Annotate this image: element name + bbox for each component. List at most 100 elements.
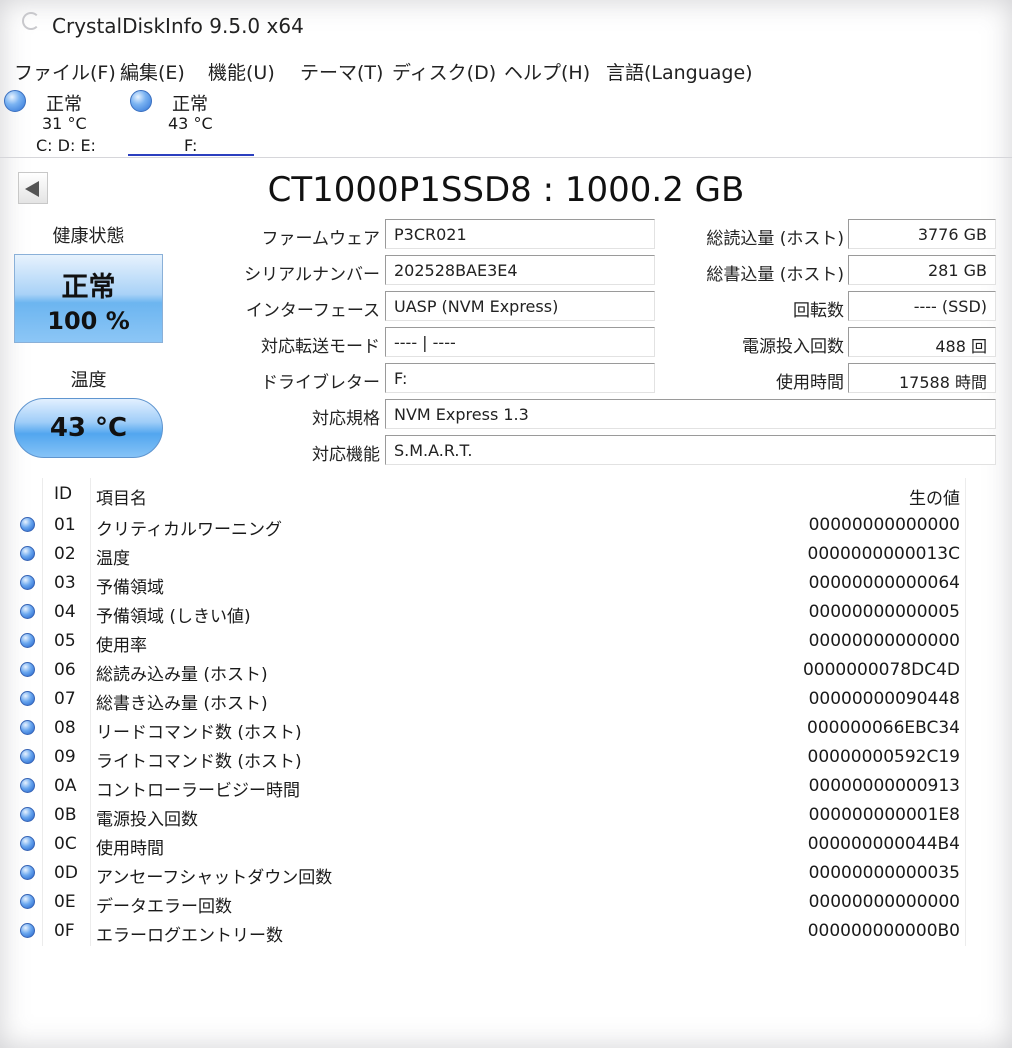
attribute-name: 総書き込み量 (ホスト) (96, 694, 268, 714)
rotation-value: ---- (SSD) (848, 291, 996, 321)
menu-help[interactable]: ヘルプ(H) (504, 58, 590, 85)
attribute-name: 温度 (96, 549, 130, 569)
attribute-raw-value: 00000000000000 (808, 892, 960, 912)
drive-letter-value: F: (385, 363, 655, 393)
status-good-icon (20, 517, 35, 532)
attribute-id: 07 (54, 689, 76, 709)
title-bar: CrystalDiskInfo 9.5.0 x64 (0, 0, 1012, 52)
table-row[interactable]: 02 温度 0000000000013C (14, 540, 966, 569)
attribute-name: アンセーフシャットダウン回数 (96, 868, 333, 888)
attribute-name: 予備領域 (しきい値) (96, 607, 251, 627)
standard-label: 対応規格 (312, 409, 380, 429)
power-on-count-value: 488 回 (848, 327, 996, 357)
rotation-label: 回転数 (793, 301, 844, 321)
table-row[interactable]: 01 クリティカルワーニング 00000000000000 (14, 511, 966, 540)
status-good-icon (20, 691, 35, 706)
attribute-id: 01 (54, 515, 76, 535)
table-row[interactable]: 0C 使用時間 000000000044B4 (14, 830, 966, 859)
drive-letters: F: (184, 136, 198, 155)
selected-tab-indicator (128, 154, 254, 156)
drive-temperature: 43 °C (168, 114, 213, 133)
column-header-name[interactable]: 項目名 (96, 484, 147, 509)
status-good-icon (4, 90, 26, 112)
status-good-icon (20, 575, 35, 590)
attribute-id: 0D (54, 863, 78, 883)
menu-language[interactable]: 言語(Language) (606, 58, 753, 85)
drive-tab-1[interactable]: 正常 31 °C C: D: E: (2, 86, 128, 156)
serial-label: シリアルナンバー (244, 265, 380, 285)
menu-file[interactable]: ファイル(F) (14, 58, 116, 85)
attribute-id: 08 (54, 718, 76, 738)
table-row[interactable]: 0B 電源投入回数 000000000001E8 (14, 801, 966, 830)
disk-model-title: CT1000P1SSD8 : 1000.2 GB (267, 170, 745, 210)
features-value: S.M.A.R.T. (385, 435, 996, 465)
attribute-raw-value: 00000000000005 (808, 602, 960, 622)
attribute-id: 05 (54, 631, 76, 651)
attribute-id: 0B (54, 805, 77, 825)
table-row[interactable]: 08 リードコマンド数 (ホスト) 000000066EBC34 (14, 714, 966, 743)
health-status-button[interactable]: 正常 100 % (14, 254, 163, 343)
window-title: CrystalDiskInfo 9.5.0 x64 (52, 14, 304, 38)
temperature-value: 43 °C (49, 413, 128, 443)
table-row[interactable]: 0F エラーログエントリー数 000000000000B0 (14, 917, 966, 946)
attribute-name: 電源投入回数 (96, 810, 198, 830)
attribute-raw-value: 00000000000913 (808, 776, 960, 796)
smart-attributes-table[interactable]: ID 項目名 生の値 01 クリティカルワーニング 00000000000000 0… (14, 478, 966, 946)
attribute-raw-value: 00000000000035 (808, 863, 960, 883)
attribute-name: 使用率 (96, 636, 147, 656)
status-good-icon (20, 865, 35, 880)
table-row[interactable]: 04 予備領域 (しきい値) 00000000000005 (14, 598, 966, 627)
host-writes-label: 総書込量 (ホスト) (706, 265, 844, 285)
attribute-raw-value: 0000000000013C (807, 544, 960, 564)
attribute-raw-value: 00000000090448 (808, 689, 960, 709)
status-good-icon (20, 749, 35, 764)
table-row[interactable]: 0D アンセーフシャットダウン回数 00000000000035 (14, 859, 966, 888)
menu-edit[interactable]: 編集(E) (120, 58, 185, 85)
temperature-label: 温度 (70, 370, 107, 391)
attribute-raw-value: 00000000592C19 (807, 747, 960, 767)
table-row[interactable]: 09 ライトコマンド数 (ホスト) 00000000592C19 (14, 743, 966, 772)
attribute-raw-value: 000000066EBC34 (807, 718, 960, 738)
power-on-hours-value: 17588 時間 (848, 363, 996, 393)
power-on-hours-label: 使用時間 (776, 373, 844, 393)
attribute-name: クリティカルワーニング (96, 520, 282, 540)
attribute-name: リードコマンド数 (ホスト) (96, 723, 302, 743)
status-good-icon (20, 633, 35, 648)
attribute-name: コントローラービジー時間 (96, 781, 300, 801)
attribute-raw-value: 000000000000B0 (807, 921, 960, 941)
menu-bar: ファイル(F) 編集(E) 機能(U) テーマ(T) ディスク(D) ヘルプ(H… (0, 56, 1012, 86)
menu-function[interactable]: 機能(U) (208, 58, 275, 85)
app-icon (22, 12, 40, 30)
table-row[interactable]: 06 総読み込み量 (ホスト) 0000000078DC4D (14, 656, 966, 685)
table-row[interactable]: 0E データエラー回数 00000000000000 (14, 888, 966, 917)
attribute-id: 0C (54, 834, 77, 854)
standard-value: NVM Express 1.3 (385, 399, 996, 429)
attribute-raw-value: 00000000000000 (808, 631, 960, 651)
attribute-id: 06 (54, 660, 76, 680)
table-row[interactable]: 0A コントローラービジー時間 00000000000913 (14, 772, 966, 801)
status-good-icon (130, 90, 152, 112)
table-row[interactable]: 05 使用率 00000000000000 (14, 627, 966, 656)
firmware-label: ファームウェア (261, 229, 381, 249)
drive-letters: C: D: E: (36, 136, 96, 155)
attribute-name: データエラー回数 (96, 897, 232, 917)
drive-tab-2[interactable]: 正常 43 °C F: (128, 86, 254, 156)
temperature-button[interactable]: 43 °C (14, 398, 163, 458)
column-header-raw[interactable]: 生の値 (909, 484, 960, 509)
menu-theme[interactable]: テーマ(T) (300, 58, 383, 85)
attribute-name: ライトコマンド数 (ホスト) (96, 752, 302, 772)
attribute-id: 0A (54, 776, 77, 796)
attribute-raw-value: 000000000001E8 (808, 805, 960, 825)
column-header-id[interactable]: ID (54, 484, 72, 504)
health-label: 健康状態 (52, 226, 125, 247)
host-reads-value: 3776 GB (848, 219, 996, 249)
host-reads-label: 総読込量 (ホスト) (706, 229, 844, 249)
attribute-name: 予備領域 (96, 578, 164, 598)
table-row[interactable]: 07 総書き込み量 (ホスト) 00000000090448 (14, 685, 966, 714)
features-label: 対応機能 (312, 445, 380, 465)
attribute-raw-value: 000000000044B4 (807, 834, 960, 854)
table-row[interactable]: 03 予備領域 00000000000064 (14, 569, 966, 598)
attribute-name: 使用時間 (96, 839, 164, 859)
divider (0, 157, 1012, 158)
menu-disk[interactable]: ディスク(D) (392, 58, 496, 85)
